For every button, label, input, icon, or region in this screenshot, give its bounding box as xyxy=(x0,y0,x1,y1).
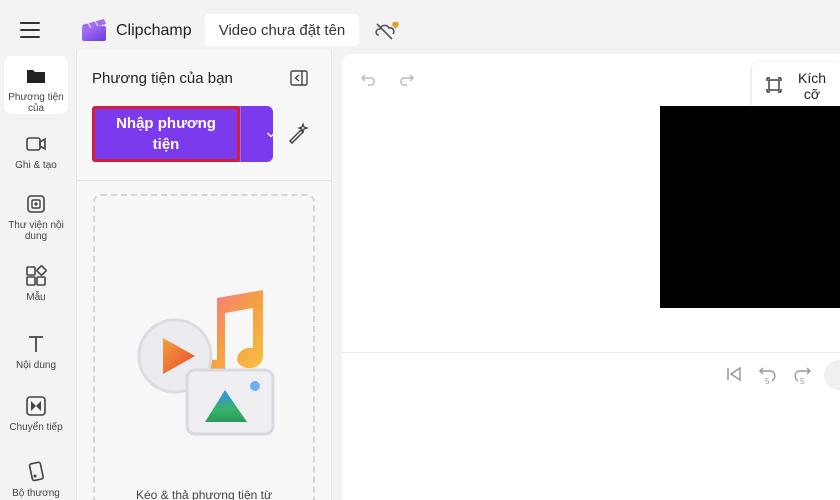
forward-5-icon[interactable]: 5 xyxy=(792,364,812,386)
rewind-5-label: 5 xyxy=(765,377,770,386)
nav-label-library: Thư viện nội dung xyxy=(8,220,64,242)
nav-label-record: Ghi & tạo xyxy=(15,160,57,171)
drop-zone-text: Kéo & thả phương tiện từ xyxy=(135,488,273,500)
nav-item-brand-kit[interactable]: Bộ thương xyxy=(4,460,68,499)
preview-area: Kích cỡ 5 5 xyxy=(342,54,840,500)
nav-label-brand-kit: Bộ thương xyxy=(12,488,60,499)
left-nav: Phương tiện của Ghi & tạo Thư viện nội d… xyxy=(0,50,72,500)
library-icon xyxy=(27,195,45,213)
preview-separator xyxy=(342,352,840,353)
media-panel: Phương tiện của bạn Nhập phương tiện Kéo… xyxy=(76,50,333,500)
magic-wand-icon[interactable] xyxy=(287,122,309,144)
aspect-ratio-label: Kích cỡ xyxy=(797,70,826,102)
nav-item-media[interactable]: Phương tiện của xyxy=(4,56,68,114)
redo-icon[interactable] xyxy=(397,70,415,88)
import-media-button[interactable]: Nhập phương tiện xyxy=(92,106,276,162)
menu-icon[interactable] xyxy=(20,22,40,38)
video-canvas[interactable] xyxy=(660,106,840,308)
video-title-field[interactable]: Video chưa đặt tên xyxy=(205,14,359,46)
folder-icon xyxy=(27,70,45,83)
nav-item-text[interactable]: Nội dung xyxy=(4,332,68,371)
aspect-ratio-button[interactable]: Kích cỡ xyxy=(752,62,840,108)
brand-name: Clipchamp xyxy=(116,22,192,39)
nav-label-text: Nội dung xyxy=(15,360,57,371)
clipchamp-logo-icon xyxy=(82,19,106,41)
nav-label-transitions: Chuyển tiếp xyxy=(9,422,63,433)
rewind-5-icon[interactable]: 5 xyxy=(758,364,778,386)
nav-item-library[interactable]: Thư viện nội dung xyxy=(4,192,68,242)
nav-label-templates: Mẫu xyxy=(26,292,46,303)
chevron-down-icon[interactable] xyxy=(266,130,276,140)
import-divider xyxy=(240,106,241,162)
aspect-ratio-icon xyxy=(766,77,782,93)
templates-icon xyxy=(26,265,47,286)
video-title-text: Video chưa đặt tên xyxy=(218,21,346,39)
drop-zone[interactable]: Kéo & thả phương tiện từ xyxy=(93,194,315,500)
undo-icon[interactable] xyxy=(360,70,378,88)
nav-item-record[interactable]: Ghi & tạo xyxy=(4,132,68,171)
skip-to-start-icon[interactable] xyxy=(724,364,744,384)
play-button[interactable] xyxy=(824,360,840,390)
nav-item-transitions[interactable]: Chuyển tiếp xyxy=(4,394,68,433)
panel-title: Phương tiện của bạn xyxy=(92,70,233,87)
panel-separator xyxy=(77,180,333,181)
collapse-panel-icon[interactable] xyxy=(290,70,308,86)
media-illustration-icon xyxy=(137,290,275,436)
nav-item-templates[interactable]: Mẫu xyxy=(4,264,68,303)
transitions-icon xyxy=(26,396,46,416)
text-icon xyxy=(29,336,43,352)
import-media-label[interactable]: Nhập phương tiện xyxy=(92,106,240,162)
camera-icon xyxy=(26,137,46,151)
forward-5-label: 5 xyxy=(800,377,805,386)
cloud-off-icon[interactable] xyxy=(374,20,400,42)
nav-label-media: Phương tiện của xyxy=(8,92,64,114)
brand-kit-icon xyxy=(28,461,44,482)
